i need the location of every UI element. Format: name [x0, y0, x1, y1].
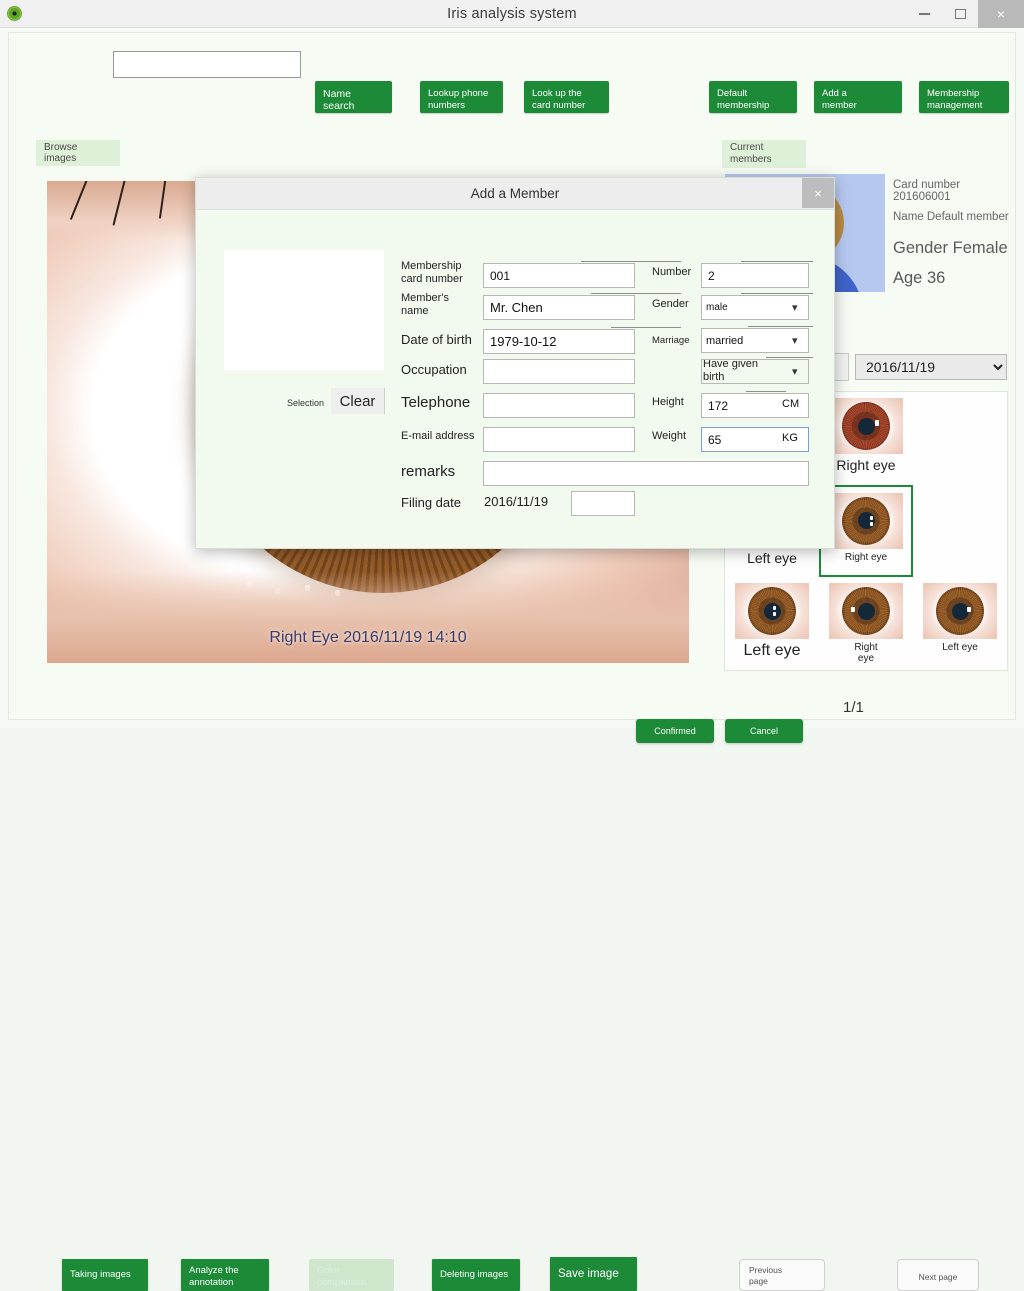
thumbnail-label: Left eye	[747, 549, 797, 566]
member-gender: Gender Female	[893, 239, 1008, 257]
height-unit: CM	[782, 398, 800, 410]
window-controls: ×	[906, 0, 1024, 28]
card-number-label: Membership card number	[401, 260, 463, 285]
bottom-toolbar: Taking images Analyze the annotation Col…	[9, 639, 1015, 1291]
color-comparison-button: Color comparison	[309, 1259, 394, 1291]
capture-date-select[interactable]: 2016/11/19	[855, 354, 1007, 380]
occupation-input[interactable]	[483, 359, 635, 384]
filing-date-value: 2016/11/19	[484, 494, 549, 509]
dialog-title: Add a Member	[470, 186, 560, 201]
weight-label: Weight	[652, 430, 687, 442]
clear-button[interactable]: Clear	[331, 388, 385, 414]
filing-date-input[interactable]	[571, 491, 635, 516]
date-of-birth-label: Date of birth	[401, 332, 472, 347]
member-card-number: Card number 201606001	[893, 179, 961, 203]
title-bar: Iris analysis system ×	[0, 0, 1024, 28]
dialog-body: Selection Clear Membership card number N…	[196, 210, 834, 743]
height-label: Height	[652, 396, 684, 408]
top-toolbar: Name search Lookup phone numbers Look up…	[9, 33, 1015, 113]
previous-page-button[interactable]: Previous page	[739, 1259, 825, 1291]
email-label: E-mail address	[401, 430, 475, 442]
member-photo-box[interactable]	[224, 250, 384, 370]
search-input[interactable]	[113, 51, 301, 78]
email-input[interactable]	[483, 427, 635, 452]
card-number-input[interactable]	[483, 263, 635, 288]
thumbnail-item-empty[interactable]	[913, 485, 1007, 578]
name-search-button[interactable]: Name search	[315, 81, 392, 113]
default-membership-button[interactable]: Default membership	[709, 81, 797, 113]
look-up-card-number-button[interactable]: Look up the card number	[524, 81, 609, 113]
application-window: Iris analysis system × Name search Looku…	[0, 0, 1024, 1291]
remarks-input[interactable]	[483, 461, 809, 486]
occupation-label: Occupation	[401, 362, 467, 377]
maximize-icon[interactable]	[942, 0, 978, 28]
add-member-dialog: Add a Member × Selection Clear Membershi…	[195, 177, 835, 743]
number-label: Number	[652, 266, 692, 278]
telephone-label: Telephone	[401, 394, 471, 411]
eye-thumbnail-image	[829, 398, 903, 454]
analyze-annotation-button[interactable]: Analyze the annotation	[181, 1259, 269, 1291]
next-page-button[interactable]: Next page	[897, 1259, 979, 1291]
dialog-header: Add a Member ×	[196, 178, 834, 210]
dialog-close-icon[interactable]: ×	[802, 178, 834, 208]
close-icon[interactable]: ×	[978, 0, 1024, 28]
minimize-icon[interactable]	[906, 0, 942, 28]
taking-images-button[interactable]: Taking images	[62, 1259, 148, 1291]
gender-select[interactable]: male	[701, 295, 809, 320]
have-given-birth-select[interactable]	[701, 359, 809, 384]
date-of-birth-input[interactable]	[483, 329, 635, 354]
window-title: Iris analysis system	[447, 5, 577, 22]
thumbnail-label: Right eye	[836, 457, 896, 473]
gender-label: Gender	[652, 298, 689, 310]
member-age: Age 36	[893, 269, 946, 287]
thumbnail-label: Right eye	[844, 551, 888, 563]
marriage-select[interactable]: married	[701, 328, 809, 353]
save-image-button[interactable]: Save image	[550, 1257, 637, 1291]
lookup-phone-numbers-button[interactable]: Lookup phone numbers	[420, 81, 503, 113]
deleting-images-button[interactable]: Deleting images	[432, 1259, 520, 1291]
marriage-label: Marriage	[652, 335, 690, 346]
add-a-member-button[interactable]: Add a member	[814, 81, 902, 113]
current-members-button[interactable]: Current members	[722, 140, 806, 168]
eye-thumbnail-image	[829, 492, 903, 549]
remarks-label: remarks	[401, 463, 456, 480]
number-input[interactable]	[701, 263, 809, 288]
member-name-input[interactable]	[483, 295, 635, 320]
cancel-button[interactable]: Cancel	[725, 719, 803, 743]
member-name-label: Member's name	[401, 292, 449, 317]
weight-unit: KG	[782, 432, 798, 444]
eye-thumbnail-image	[735, 583, 809, 640]
telephone-input[interactable]	[483, 393, 635, 418]
eye-thumbnail-image	[829, 583, 903, 640]
eye-thumbnail-image	[923, 583, 997, 640]
selection-label: Selection	[287, 398, 325, 408]
member-name: Name Default member	[893, 211, 1009, 223]
filing-date-label: Filing date	[401, 495, 461, 510]
thumbnail-item-empty[interactable]	[913, 392, 1007, 485]
browse-images-button[interactable]: Browse images	[36, 140, 120, 166]
confirm-button[interactable]: Confirmed	[636, 719, 714, 743]
page-indicator: 1/1	[843, 699, 864, 716]
membership-management-button[interactable]: Membership management	[919, 81, 1009, 113]
